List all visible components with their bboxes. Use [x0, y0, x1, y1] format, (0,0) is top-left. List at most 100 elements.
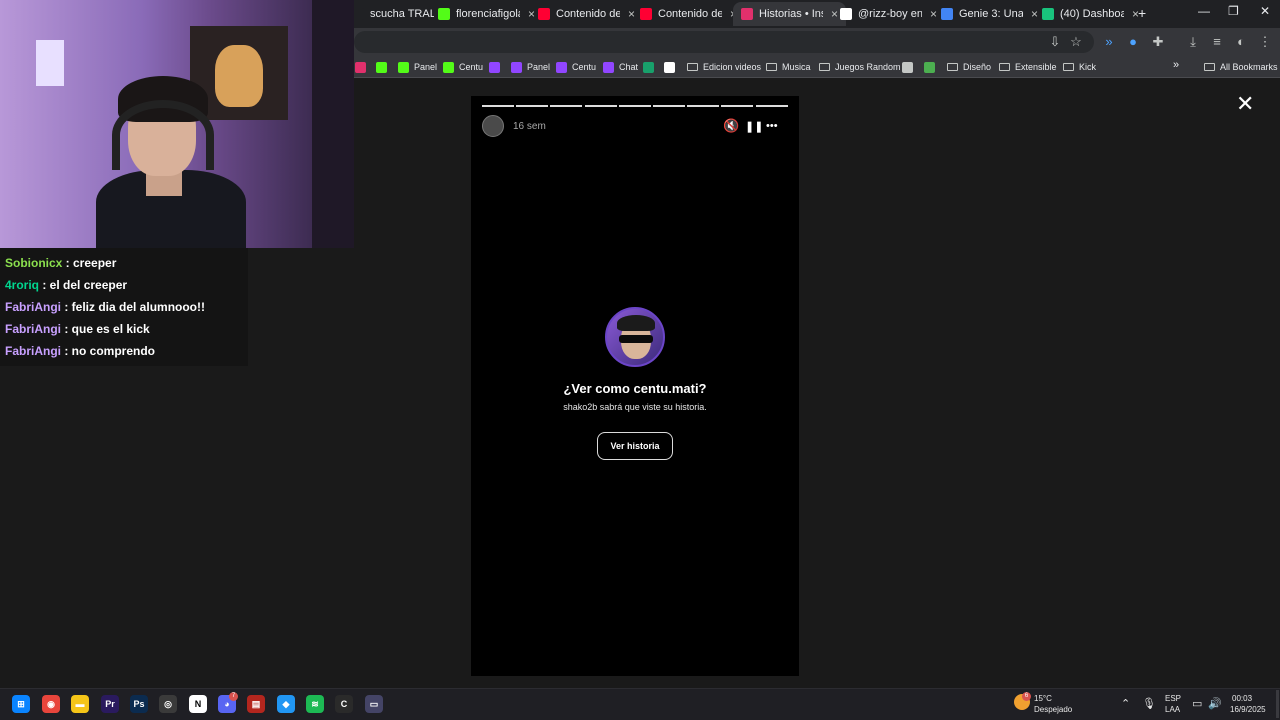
windows-start-icon[interactable]: ⊞ [12, 695, 30, 713]
language-indicator[interactable]: ESP [1165, 694, 1181, 703]
folder-icon [1063, 63, 1074, 71]
chat-text: : no comprendo [61, 344, 155, 358]
bookmark-item[interactable]: Extensible [999, 59, 1057, 75]
tab[interactable]: Genie 3: Una n× [933, 2, 1046, 26]
tab[interactable]: @rizz-boy en T× [832, 2, 945, 26]
menu-dots-icon[interactable]: ⋮ [1257, 34, 1273, 50]
pause-icon[interactable]: ❚❚ [745, 120, 763, 133]
extension-icon[interactable]: ● [1125, 34, 1141, 50]
file-explorer-icon[interactable]: ▬ [71, 695, 89, 713]
bookmark-item[interactable]: Diseño [947, 59, 991, 75]
volume-icon[interactable]: 🔊 [1208, 697, 1222, 710]
chat-username: FabriAngi [5, 322, 61, 336]
folder-icon [687, 63, 698, 71]
downloads-icon[interactable]: ⤓ [1185, 34, 1201, 50]
weather-desc: Despejado [1034, 705, 1073, 714]
close-icon[interactable]: ✕ [1236, 93, 1254, 115]
weather-temp: 15°C [1034, 694, 1052, 703]
progress-segment [721, 105, 754, 107]
chat-text: : creeper [62, 256, 117, 270]
webcam-overlay [0, 0, 354, 248]
story-timestamp: 16 sem [513, 121, 546, 132]
chat-username: FabriAngi [5, 344, 61, 358]
chat-overlay: Sobionicx : creeper 4roriq : el del creep… [0, 248, 248, 366]
vpn-icon[interactable]: ◆ [277, 695, 295, 713]
app-icon[interactable]: ▭ [365, 695, 383, 713]
tab[interactable]: Historias • Insta× [733, 2, 847, 26]
bookmark-item[interactable]: Edicion videos [687, 59, 761, 75]
profile-avatar[interactable]: ◐ [1233, 34, 1249, 50]
chevron-up-icon[interactable]: ⌃ [1121, 697, 1130, 710]
clock-date[interactable]: 16/9/2025 [1230, 705, 1266, 714]
bookmark-item[interactable]: Kick [1063, 59, 1096, 75]
favicon-icon [1042, 8, 1054, 20]
kick-icon [376, 61, 387, 73]
avatar [605, 307, 665, 367]
minimize-button[interactable]: — [1198, 4, 1210, 18]
install-app-icon[interactable]: ⇩ [1047, 34, 1063, 50]
tab[interactable]: Contenido del× [530, 2, 643, 26]
mute-icon[interactable]: 🔇 [723, 118, 739, 134]
bookmark-item[interactable]: Centu [556, 59, 596, 75]
progress-segment [618, 105, 651, 107]
photoshop-icon[interactable]: Ps [130, 695, 148, 713]
extension-icon[interactable]: » [1101, 34, 1117, 50]
twitch-icon [511, 61, 522, 73]
tab-title: florenciafigola [456, 8, 520, 20]
chat-username: 4roriq [5, 278, 40, 292]
tab[interactable]: (40) Dashboard× [1034, 2, 1147, 26]
obs-icon[interactable]: ◎ [159, 695, 177, 713]
bookmark-item[interactable] [924, 59, 940, 75]
progress-segment [584, 105, 617, 107]
show-desktop-button[interactable] [1276, 690, 1279, 718]
twitch-icon [489, 61, 500, 73]
keyboard-layout[interactable]: LAA [1165, 705, 1180, 714]
chat-message: FabriAngi : feliz dia del alumnooo!! [5, 296, 243, 318]
more-bookmarks-button[interactable]: » [1173, 59, 1179, 71]
microphone-icon[interactable]: 🎙 [1142, 697, 1156, 710]
restore-button[interactable]: ❐ [1228, 4, 1239, 18]
bookmark-item[interactable]: Panel [511, 59, 550, 75]
chat-text: : que es el kick [61, 322, 150, 336]
bookmark-star-icon[interactable]: ☆ [1068, 34, 1084, 50]
notion-icon[interactable]: N [189, 695, 207, 713]
bookmark-item[interactable] [664, 59, 680, 75]
bookmark-item[interactable] [376, 59, 392, 75]
tab-title: @rizz-boy en T [858, 8, 922, 20]
spotify-icon[interactable]: ≋ [306, 695, 324, 713]
instagram-icon [355, 61, 366, 73]
chat-message: 4roriq : el del creeper [5, 274, 243, 296]
capcut-icon[interactable]: C [335, 695, 353, 713]
premiere-icon[interactable]: Pr [101, 695, 119, 713]
view-story-button[interactable]: Ver historia [597, 432, 673, 460]
folder-icon [999, 63, 1010, 71]
bookmark-label: Centu [459, 62, 484, 72]
close-window-button[interactable]: ✕ [1260, 4, 1270, 18]
all-bookmarks-button[interactable]: All Bookmarks [1204, 59, 1278, 75]
tab[interactable]: florenciafigola × [430, 2, 543, 26]
media-control-icon[interactable]: ≡ [1209, 34, 1225, 50]
bookmark-item[interactable] [489, 59, 505, 75]
chat-username: Sobionicx [5, 256, 63, 270]
bookmark-item[interactable] [902, 59, 918, 75]
new-tab-button[interactable]: + [1138, 5, 1146, 21]
network-icon[interactable]: ▭ [1192, 697, 1202, 710]
bookmark-item[interactable]: Centu [443, 59, 483, 75]
more-options-icon[interactable]: ••• [766, 120, 778, 132]
bookmark-item[interactable] [355, 59, 371, 75]
bookmark-item[interactable] [643, 59, 659, 75]
bookmark-item[interactable]: Chat [603, 59, 638, 75]
bookmark-item[interactable]: Juegos Random [819, 59, 901, 75]
app-icon [924, 61, 935, 73]
clock-time[interactable]: 00:03 [1232, 694, 1252, 703]
chrome-icon[interactable]: ◉ [42, 695, 60, 713]
address-bar[interactable] [354, 31, 1094, 53]
bookmark-label: Kick [1079, 62, 1097, 72]
tab[interactable]: Contenido del× [632, 2, 745, 26]
extensions-puzzle-icon[interactable]: ✚ [1150, 34, 1166, 50]
bookmark-item[interactable]: Musica [766, 59, 811, 75]
avatar[interactable] [482, 115, 504, 137]
voicemeeter-icon[interactable]: ▤ [247, 695, 265, 713]
bookmark-item[interactable]: Panel [398, 59, 437, 75]
favicon-icon [741, 8, 753, 20]
